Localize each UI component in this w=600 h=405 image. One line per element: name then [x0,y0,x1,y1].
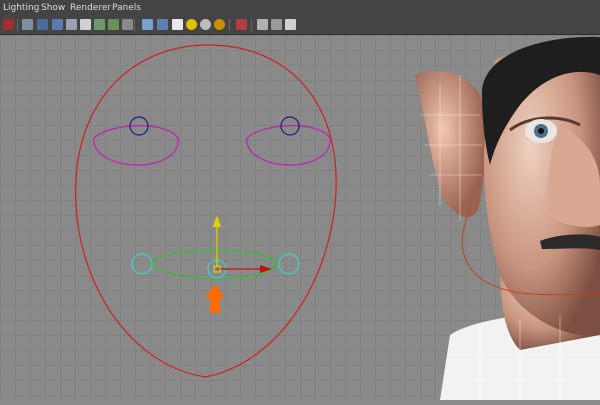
character-pupil [538,128,544,134]
menu-renderer[interactable]: Renderer [70,3,111,13]
textured-icon[interactable] [66,19,77,30]
grid-icon[interactable] [157,19,168,30]
toolbar-separator [17,19,18,31]
lights-icon[interactable] [80,19,91,30]
sphere-icon[interactable] [172,19,183,30]
wireframe-icon[interactable] [22,19,33,30]
ball-icon[interactable] [200,19,211,30]
smooth-shade-icon[interactable] [37,19,48,30]
isolate-icon[interactable] [214,19,225,30]
uv-icon[interactable] [94,19,105,30]
share-icon[interactable] [285,19,296,30]
layout-icon[interactable] [257,19,268,30]
xray-icon[interactable] [236,19,247,30]
shaded-icon[interactable] [52,19,63,30]
toolbar-separator [134,19,135,31]
panel-toolbar [0,18,600,35]
select-camera-icon[interactable] [3,19,14,30]
panel-menubar: Lighting Show Renderer Panels [0,0,600,18]
cube-icon[interactable] [142,19,153,30]
3d-viewport[interactable] [0,35,600,400]
menu-lighting[interactable]: Lighting [3,3,39,13]
viewport-canvas[interactable] [0,35,600,400]
menu-show[interactable]: Show [41,3,65,13]
text-icon[interactable] [108,19,119,30]
camera-icon[interactable] [122,19,133,30]
toolbar-separator [251,19,252,31]
toolbar-separator [229,19,230,31]
light-bulb-icon[interactable] [186,19,197,30]
menu-panels[interactable]: Panels [112,3,141,13]
bookmark-icon[interactable] [271,19,282,30]
